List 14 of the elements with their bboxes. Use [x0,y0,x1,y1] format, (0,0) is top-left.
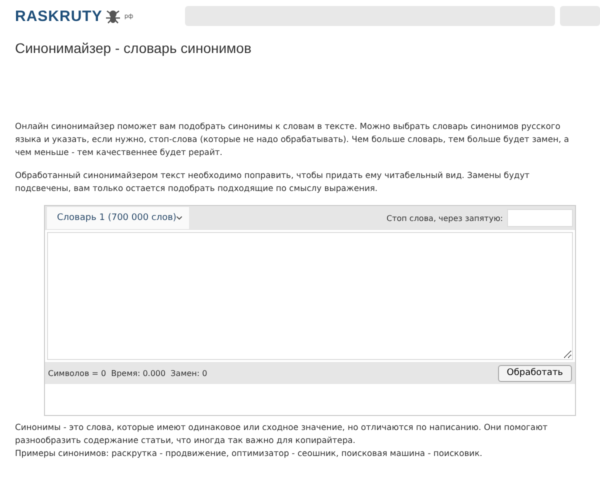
stats-text: Символов = 0 Время: 0.000 Замен: 0 [48,368,208,378]
site-logo[interactable]: RASKRUTY [15,8,102,24]
stopwords-label: Стоп слова, через запятую: [386,214,503,222]
stopwords-field[interactable] [507,209,573,227]
paragraph: Онлайн синонимайзер поможет вам подобрать синонимы к словам в тексте. Можно выбрать словарь синонимов русского языка и указать, если нужно, стоп-слова (которые не надо обрабатывать). Чем больше словарь, тем больше будет замен, а чем меньше - тем качественнее будет рерайт. [15,120,570,159]
dictionary-select[interactable]: Словарь 1 (700 000 слов) [47,207,189,229]
paragraph: Синонимы - это слова, которые имеют одинаковое или сходное значение, но отличаются по написанию. Они помогают разнообразить содержание статьи, что иногда так важно для копирайтера. [15,421,548,447]
page-title: Синонимайзер - словарь синонимов [15,40,252,58]
paragraph: Примеры синонимов: раскрутка - продвижение, оптимизатор - сеошник, поисковая машина - поисковик. [15,447,484,460]
bug-icon [105,8,122,24]
paragraph: Обработанный синонимайзером текст необходимо поправить, чтобы придать ему читабельный вид. Замены будут подсвечены, вам только остается подобрать подходящие по смыслу выражения. [15,169,531,195]
process-button[interactable]: Обработать [498,364,572,382]
chevron-down-icon [176,215,183,221]
text-input[interactable] [47,232,573,360]
